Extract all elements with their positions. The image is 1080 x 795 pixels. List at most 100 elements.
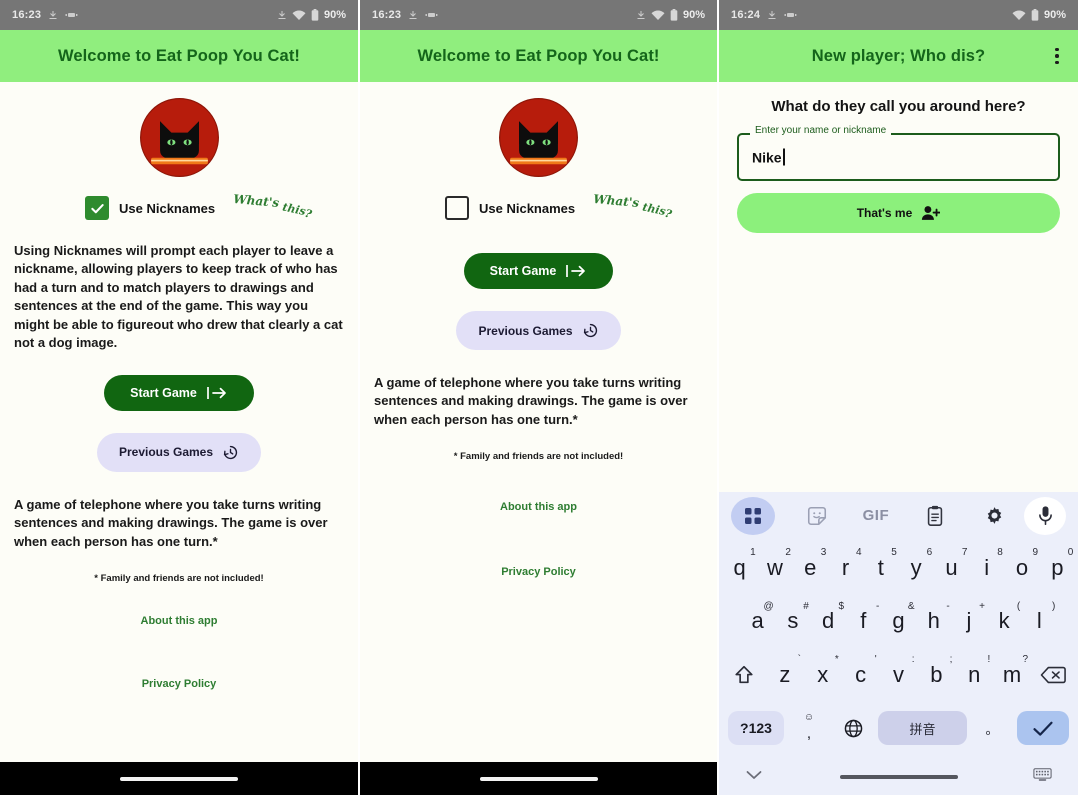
key-o[interactable]: 9o <box>1004 541 1039 595</box>
about-this-app-link[interactable]: About this app <box>141 615 218 627</box>
key-q[interactable]: 1q <box>722 541 757 595</box>
key-v[interactable]: :v <box>880 648 918 702</box>
mic-icon[interactable] <box>1024 496 1066 535</box>
period-key[interactable]: 。 <box>973 711 1011 745</box>
phone-screen-1: 16:23 90% Welcome to Eat Poop You Cat! U… <box>0 0 360 795</box>
key-m-label: m <box>1002 661 1022 687</box>
app-bar: Welcome to Eat Poop You Cat! <box>0 30 358 82</box>
key-i[interactable]: 8i <box>969 541 1004 595</box>
sticker-icon[interactable] <box>787 497 846 535</box>
about-row: About this app <box>374 497 703 515</box>
key-x[interactable]: * x <box>804 648 842 702</box>
key-d[interactable]: $ d <box>810 595 845 649</box>
key-b[interactable]: ; b <box>917 648 955 702</box>
screenshot-root: 16:23 90% Welcome to Eat Poop You Cat! U… <box>0 0 1080 795</box>
start-game-button[interactable]: Start Game <box>463 253 614 289</box>
game-footnote: * Family and friends are not included! <box>94 573 264 585</box>
comma-key[interactable]: ☺ , <box>790 711 828 745</box>
start-game-row: Start Game <box>14 374 344 411</box>
clipboard-icon[interactable] <box>906 497 965 535</box>
key-g[interactable]: & g <box>881 595 916 649</box>
key-g-label: g <box>892 608 905 634</box>
key-n[interactable]: ! n <box>955 648 993 702</box>
key-o-sub: 9 <box>1032 547 1039 558</box>
thats-me-button[interactable]: That's me <box>737 193 1060 233</box>
key-r[interactable]: 4r <box>828 541 863 595</box>
key-r-sub: 4 <box>856 547 862 558</box>
previous-games-button[interactable]: Previous Games <box>96 432 262 472</box>
key-u[interactable]: 7u <box>934 541 969 595</box>
home-gesture-pill[interactable] <box>120 776 238 781</box>
use-nicknames-checkbox[interactable] <box>445 196 469 220</box>
backspace-key[interactable] <box>1031 648 1075 702</box>
wifi-icon <box>1012 10 1026 21</box>
key-v-label: v <box>893 661 904 687</box>
location-icon <box>767 10 777 21</box>
key-j[interactable]: + j <box>951 595 986 649</box>
enter-key[interactable] <box>1017 711 1069 746</box>
key-e-sub: 3 <box>820 547 827 558</box>
key-s-label: s <box>787 608 799 634</box>
key-m[interactable]: ? m <box>993 648 1031 702</box>
key-p-sub: 0 <box>1067 547 1074 558</box>
login-arrow-icon <box>565 264 587 278</box>
key-a-label: a <box>751 608 764 634</box>
chevron-down-icon[interactable] <box>745 768 763 786</box>
key-t[interactable]: 5t <box>863 541 898 595</box>
privacy-policy-link[interactable]: Privacy Policy <box>501 566 576 578</box>
status-clock: 16:24 <box>731 9 761 21</box>
symbols-key-label: ?123 <box>740 720 772 737</box>
about-this-app-link[interactable]: About this app <box>500 501 577 513</box>
status-bar: 16:23 90% <box>360 0 717 30</box>
key-h[interactable]: -h <box>916 595 951 649</box>
status-bar: 16:23 90% <box>0 0 358 30</box>
key-w[interactable]: 2w <box>757 541 792 595</box>
key-a[interactable]: @ a <box>740 595 775 649</box>
key-f-label: f <box>860 608 867 634</box>
key-p[interactable]: 0p <box>1040 541 1075 595</box>
key-w-sub: 2 <box>785 547 791 558</box>
name-input[interactable]: Nike <box>752 148 785 166</box>
privacy-policy-link[interactable]: Privacy Policy <box>142 678 217 690</box>
key-u-label: u <box>945 554 958 580</box>
key-l[interactable]: ) l <box>1022 595 1057 649</box>
apps-grid-icon[interactable] <box>731 496 775 535</box>
use-nicknames-row[interactable]: Use Nicknames What's this? <box>14 192 344 221</box>
home-gesture-pill[interactable] <box>839 775 958 779</box>
whats-this-link[interactable]: What's this? <box>233 192 314 221</box>
gif-icon[interactable]: GIF <box>846 497 905 535</box>
key-f[interactable]: -f <box>846 595 881 649</box>
key-x-sub: * <box>834 654 839 665</box>
space-key-label: 拼音 <box>909 721 936 737</box>
whats-this-link[interactable]: What's this? <box>593 192 674 221</box>
backspace-icon <box>1040 666 1066 683</box>
previous-games-button[interactable]: Previous Games <box>456 311 621 350</box>
overflow-menu-icon[interactable] <box>1046 43 1068 69</box>
keyboard-toolbar: GIF <box>719 492 1078 539</box>
login-arrow-icon <box>206 386 228 400</box>
download-icon <box>277 10 287 21</box>
key-k[interactable]: (k <box>987 595 1022 649</box>
space-key[interactable]: 拼音 <box>878 711 967 746</box>
language-key[interactable] <box>834 711 872 745</box>
key-i-sub: 8 <box>997 547 1003 558</box>
symbols-key[interactable]: ?123 <box>728 711 784 746</box>
use-nicknames-checkbox[interactable] <box>85 196 109 220</box>
start-game-row: Start Game <box>374 253 703 289</box>
start-game-button[interactable]: Start Game <box>104 374 254 411</box>
text-caret <box>782 148 785 166</box>
home-gesture-pill[interactable] <box>479 776 598 781</box>
gear-icon[interactable] <box>965 497 1024 535</box>
key-y[interactable]: 6y <box>899 541 934 595</box>
key-r-label: r <box>841 554 850 580</box>
key-e[interactable]: 3e <box>793 541 828 595</box>
key-s[interactable]: # s <box>775 595 810 649</box>
shift-key[interactable] <box>722 648 766 702</box>
name-field-wrapper[interactable]: Enter your name or nickname Nike <box>737 125 1060 181</box>
key-c[interactable]: ' c <box>842 648 880 702</box>
screen-1-content: Use Nicknames What's this? Using Nicknam… <box>0 82 358 762</box>
use-nicknames-row[interactable]: Use Nicknames What's this? <box>374 192 703 221</box>
key-q-label: q <box>733 554 746 580</box>
keyboard-icon[interactable] <box>1033 767 1052 787</box>
key-z[interactable]: ` z <box>766 648 804 702</box>
